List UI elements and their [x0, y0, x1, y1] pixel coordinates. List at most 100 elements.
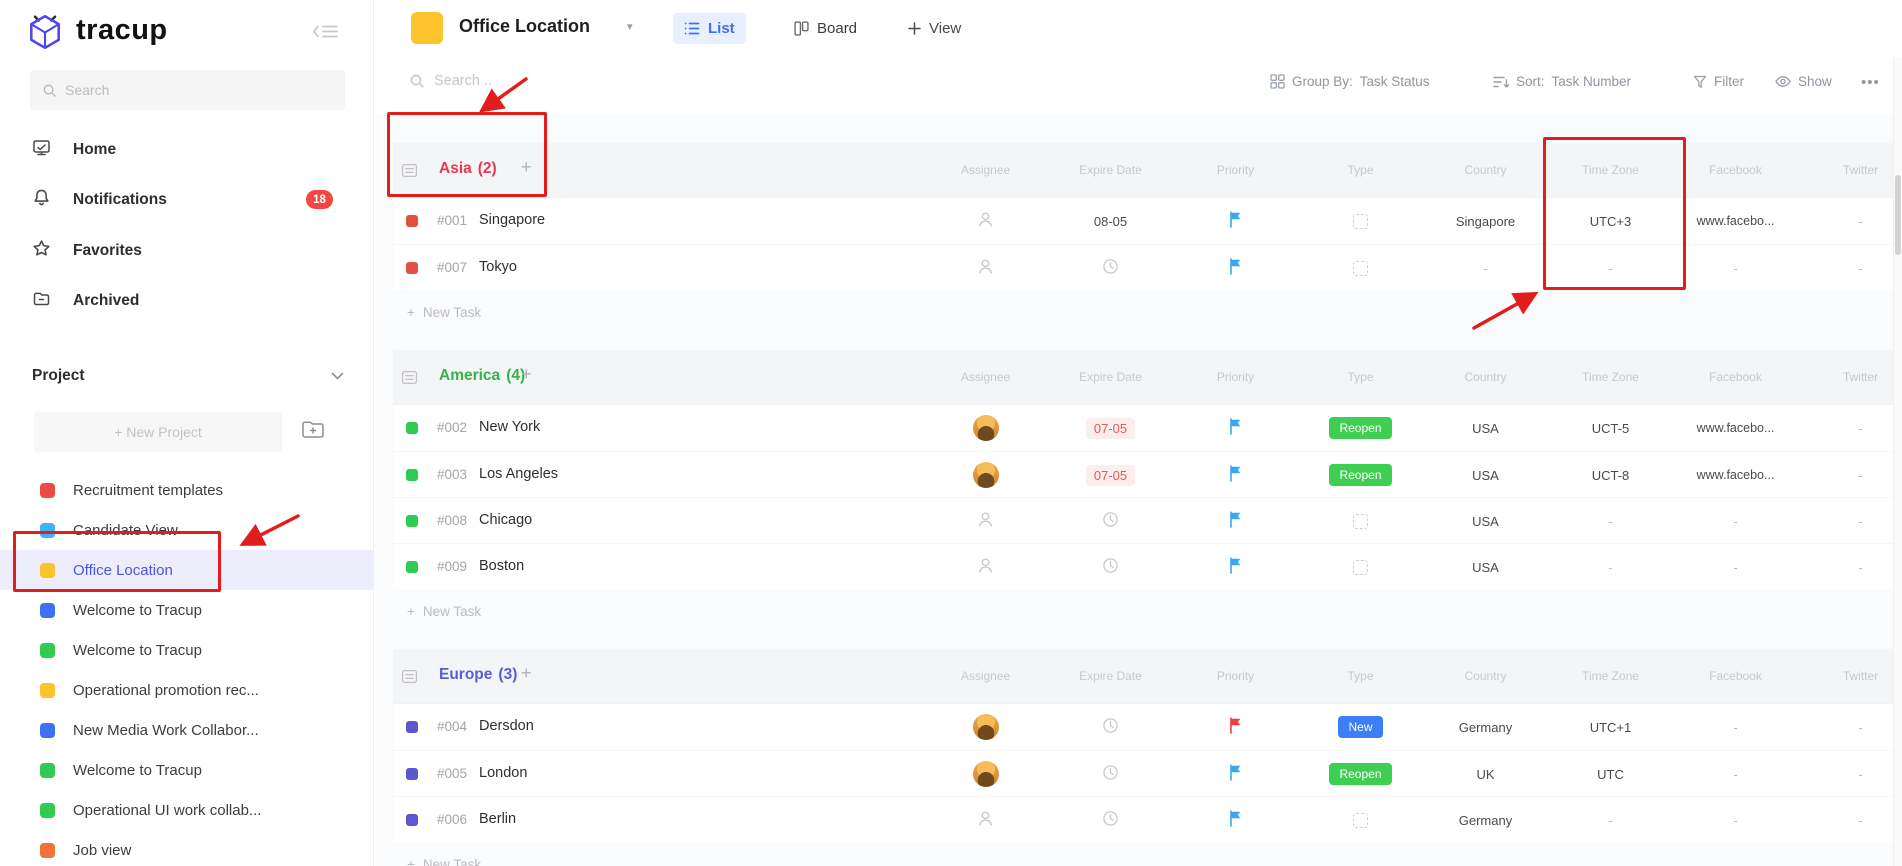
sidebar-project-new-media-work-collabor[interactable]: New Media Work Collabor... — [0, 710, 374, 750]
country-cell[interactable]: USA — [1423, 544, 1548, 590]
column-header-assignee[interactable]: Assignee — [923, 163, 1048, 177]
column-header-time-zone[interactable]: Time Zone — [1548, 163, 1673, 177]
task-row[interactable]: #001Singapore08-05SingaporeUTC+3www.face… — [393, 198, 1902, 244]
column-header-assignee[interactable]: Assignee — [923, 370, 1048, 384]
tab-board[interactable]: Board — [783, 13, 868, 44]
priority-cell[interactable] — [1173, 544, 1298, 590]
facebook-cell[interactable]: - — [1673, 797, 1798, 843]
task-row[interactable]: #008ChicagoUSA--- — [393, 497, 1902, 543]
assignee-cell[interactable] — [923, 198, 1048, 244]
new-task-button[interactable]: +New Task — [393, 290, 1902, 334]
sidebar-project-office-location[interactable]: Office Location — [0, 550, 374, 590]
task-row[interactable]: #002New York07-05ReopenUSAUCT-5www.faceb… — [393, 405, 1902, 451]
task-row[interactable]: #004DersdonNewGermanyUTC+1-- — [393, 704, 1902, 750]
facebook-cell[interactable]: www.facebo... — [1673, 452, 1798, 498]
column-header-twitter[interactable]: Twitter — [1798, 370, 1902, 384]
priority-cell[interactable] — [1173, 452, 1298, 498]
column-header-priority[interactable]: Priority — [1173, 669, 1298, 683]
group-add-task-icon[interactable]: + — [521, 364, 532, 385]
priority-cell[interactable] — [1173, 704, 1298, 750]
column-header-time-zone[interactable]: Time Zone — [1548, 370, 1673, 384]
timezone-cell[interactable]: - — [1548, 245, 1673, 291]
assignee-cell[interactable] — [923, 452, 1048, 498]
country-cell[interactable]: Germany — [1423, 797, 1548, 843]
task-row[interactable]: #003Los Angeles07-05ReopenUSAUCT-8www.fa… — [393, 451, 1902, 497]
twitter-cell[interactable]: - — [1798, 245, 1902, 291]
type-cell[interactable] — [1298, 498, 1423, 544]
country-cell[interactable]: Singapore — [1423, 198, 1548, 244]
sidebar-item-home[interactable]: Home — [0, 130, 374, 170]
country-cell[interactable]: USA — [1423, 405, 1548, 451]
sidebar-item-favorites[interactable]: Favorites — [0, 231, 374, 271]
assignee-cell[interactable] — [923, 405, 1048, 451]
assignee-cell[interactable] — [923, 751, 1048, 797]
new-task-button[interactable]: +New Task — [393, 589, 1902, 633]
column-header-time-zone[interactable]: Time Zone — [1548, 669, 1673, 683]
facebook-cell[interactable]: www.facebo... — [1673, 405, 1798, 451]
column-header-twitter[interactable]: Twitter — [1798, 163, 1902, 177]
facebook-cell[interactable]: www.facebo... — [1673, 198, 1798, 244]
twitter-cell[interactable]: - — [1798, 452, 1902, 498]
facebook-cell[interactable]: - — [1673, 704, 1798, 750]
column-header-facebook[interactable]: Facebook — [1673, 163, 1798, 177]
task-row[interactable]: #009BostonUSA--- — [393, 543, 1902, 589]
group-by-control[interactable]: Group By: Task Status — [1270, 74, 1430, 89]
sidebar-collapse-icon[interactable] — [312, 22, 340, 46]
expire-date-cell[interactable] — [1048, 245, 1173, 291]
assignee-cell[interactable] — [923, 498, 1048, 544]
add-view-button[interactable]: View — [897, 13, 972, 44]
task-search-input[interactable]: Search .. — [409, 73, 492, 89]
column-header-type[interactable]: Type — [1298, 370, 1423, 384]
sidebar-project-operational-ui-work-collab[interactable]: Operational UI work collab... — [0, 790, 374, 830]
sidebar-project-job-view[interactable]: Job view — [0, 830, 374, 866]
twitter-cell[interactable]: - — [1798, 544, 1902, 590]
expire-date-cell[interactable] — [1048, 751, 1173, 797]
task-row[interactable]: #007Tokyo---- — [393, 244, 1902, 290]
chevron-down-icon[interactable] — [331, 369, 344, 384]
timezone-cell[interactable]: - — [1548, 797, 1673, 843]
expire-date-cell[interactable] — [1048, 544, 1173, 590]
type-cell[interactable]: Reopen — [1298, 751, 1423, 797]
column-header-expire-date[interactable]: Expire Date — [1048, 163, 1173, 177]
column-header-country[interactable]: Country — [1423, 669, 1548, 683]
sort-control[interactable]: Sort: Task Number — [1493, 74, 1631, 89]
priority-cell[interactable] — [1173, 198, 1298, 244]
expire-date-cell[interactable] — [1048, 498, 1173, 544]
twitter-cell[interactable]: - — [1798, 797, 1902, 843]
sidebar-project-recruitment-templates[interactable]: Recruitment templates — [0, 470, 374, 510]
country-cell[interactable]: USA — [1423, 498, 1548, 544]
tab-list[interactable]: List — [673, 13, 746, 44]
country-cell[interactable]: - — [1423, 245, 1548, 291]
priority-cell[interactable] — [1173, 751, 1298, 797]
sidebar-project-welcome-to-tracup[interactable]: Welcome to Tracup — [0, 630, 374, 670]
group-add-task-icon[interactable]: + — [521, 663, 532, 684]
task-row[interactable]: #005LondonReopenUKUTC-- — [393, 750, 1902, 796]
timezone-cell[interactable]: UTC+1 — [1548, 704, 1673, 750]
filter-control[interactable]: Filter — [1693, 74, 1744, 89]
priority-cell[interactable] — [1173, 245, 1298, 291]
expire-date-cell[interactable]: 08-05 — [1048, 198, 1173, 244]
column-header-type[interactable]: Type — [1298, 669, 1423, 683]
column-header-type[interactable]: Type — [1298, 163, 1423, 177]
country-cell[interactable]: UK — [1423, 751, 1548, 797]
column-header-assignee[interactable]: Assignee — [923, 669, 1048, 683]
type-cell[interactable] — [1298, 198, 1423, 244]
assignee-cell[interactable] — [923, 544, 1048, 590]
twitter-cell[interactable]: - — [1798, 198, 1902, 244]
add-folder-icon[interactable] — [300, 418, 326, 447]
type-cell[interactable]: Reopen — [1298, 452, 1423, 498]
expire-date-cell[interactable]: 07-05 — [1048, 405, 1173, 451]
group-collapse-icon[interactable] — [401, 162, 418, 184]
column-header-country[interactable]: Country — [1423, 370, 1548, 384]
facebook-cell[interactable]: - — [1673, 245, 1798, 291]
column-header-facebook[interactable]: Facebook — [1673, 669, 1798, 683]
priority-cell[interactable] — [1173, 797, 1298, 843]
priority-cell[interactable] — [1173, 405, 1298, 451]
show-control[interactable]: Show — [1775, 74, 1832, 89]
timezone-cell[interactable]: - — [1548, 498, 1673, 544]
type-cell[interactable] — [1298, 797, 1423, 843]
column-header-facebook[interactable]: Facebook — [1673, 370, 1798, 384]
column-header-expire-date[interactable]: Expire Date — [1048, 669, 1173, 683]
new-task-button[interactable]: +New Task — [393, 842, 1902, 866]
sidebar-item-notifications[interactable]: Notifications18 — [0, 180, 374, 220]
